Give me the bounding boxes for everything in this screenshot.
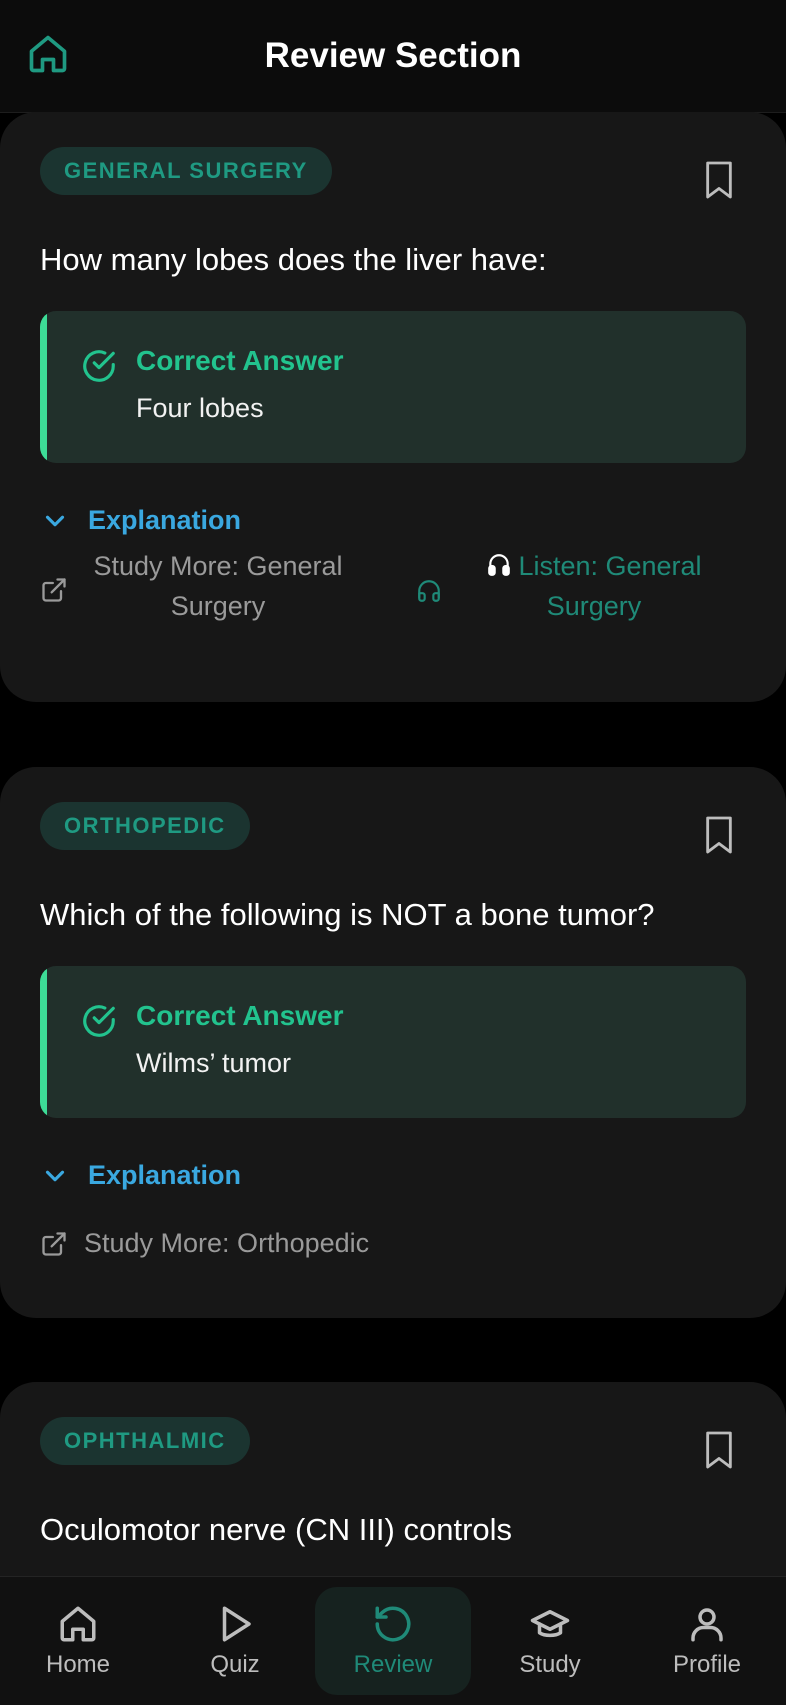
category-tag: GENERAL SURGERY bbox=[40, 147, 332, 195]
question-text: How many lobes does the liver have: bbox=[40, 242, 547, 277]
user-icon bbox=[691, 1608, 723, 1642]
page-title: Review Section bbox=[264, 36, 522, 75]
external-link-icon bbox=[42, 578, 66, 602]
question-card: ORTHOPEDIC Which of the following is NOT… bbox=[0, 767, 786, 1318]
app-header: Review Section bbox=[0, 0, 786, 113]
nav-label: Study bbox=[519, 1651, 581, 1678]
explanation-label: Explanation bbox=[88, 505, 242, 535]
answer-accent-bar bbox=[40, 966, 47, 1118]
study-more-label: Study More: Orthopedic bbox=[84, 1228, 370, 1258]
explanation-label: Explanation bbox=[88, 1160, 242, 1190]
check-circle-icon bbox=[83, 1005, 115, 1037]
explanation-toggle[interactable]: Explanation bbox=[40, 1160, 241, 1191]
nav-item-home[interactable]: Home bbox=[0, 1587, 156, 1695]
chevron-down-icon bbox=[45, 515, 65, 526]
answer-title: Correct Answer bbox=[136, 1000, 344, 1031]
home-icon bbox=[60, 1606, 96, 1642]
answer-accent-bar bbox=[40, 311, 47, 463]
home-icon[interactable] bbox=[26, 32, 70, 76]
headphones-icon bbox=[418, 580, 440, 602]
explanation-toggle[interactable]: Explanation bbox=[40, 505, 241, 536]
question-card: GENERAL SURGERY How many lobes does the … bbox=[0, 112, 786, 702]
nav-item-review[interactable]: Review bbox=[315, 1587, 471, 1695]
chevron-down-icon bbox=[45, 1170, 65, 1181]
external-link-icon bbox=[42, 1231, 66, 1256]
answer-title: Correct Answer bbox=[136, 345, 344, 376]
graduation-cap-icon bbox=[530, 1610, 570, 1638]
play-icon bbox=[222, 1606, 251, 1642]
nav-item-profile[interactable]: Profile bbox=[629, 1587, 785, 1695]
nav-label: Quiz bbox=[210, 1651, 260, 1678]
airpods-max-icon bbox=[488, 554, 511, 576]
resource-links: Study More: General Surgery Listen: Gene… bbox=[40, 546, 746, 636]
category-tag: OPHTHALMIC bbox=[40, 1417, 250, 1465]
nav-label: Review bbox=[353, 1651, 433, 1678]
category-tag: ORTHOPEDIC bbox=[40, 802, 250, 850]
nav-item-study[interactable]: Study bbox=[472, 1587, 628, 1695]
listen-link[interactable]: Listen: General Surgery bbox=[444, 546, 744, 626]
nav-label: Profile bbox=[672, 1651, 742, 1678]
refresh-icon bbox=[375, 1606, 411, 1642]
check-circle-icon bbox=[83, 350, 115, 382]
bookmark-icon[interactable] bbox=[702, 1430, 736, 1470]
correct-answer-box: Correct Answer Wilms’ tumor bbox=[40, 966, 746, 1118]
answer-text: Four lobes bbox=[136, 393, 264, 423]
nav-label: Home bbox=[45, 1651, 111, 1678]
correct-answer-box: Correct Answer Four lobes bbox=[40, 311, 746, 463]
study-more-link[interactable]: Study More: Orthopedic bbox=[40, 1228, 369, 1259]
bottom-nav: Home Quiz Review Study Profile bbox=[0, 1576, 786, 1705]
answer-text: Wilms’ tumor bbox=[136, 1048, 291, 1078]
question-text: Which of the following is NOT a bone tum… bbox=[40, 897, 655, 932]
nav-item-quiz[interactable]: Quiz bbox=[157, 1587, 313, 1695]
question-text: Oculomotor nerve (CN III) controls bbox=[40, 1512, 513, 1547]
bookmark-icon[interactable] bbox=[702, 160, 736, 200]
study-more-link[interactable]: Study More: General Surgery bbox=[82, 546, 354, 626]
bookmark-icon[interactable] bbox=[702, 815, 736, 855]
